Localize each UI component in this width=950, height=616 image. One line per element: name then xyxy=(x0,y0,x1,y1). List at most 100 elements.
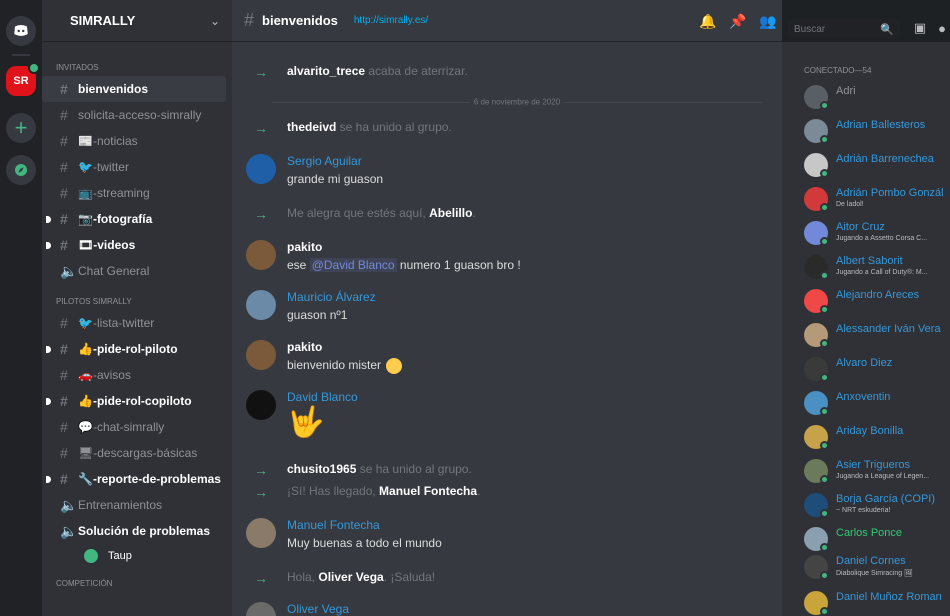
category-invitados[interactable]: INVITADOS xyxy=(42,60,232,76)
system-text: . ¡Saluda! xyxy=(383,570,436,584)
channel-videos[interactable]: # 🎞-videos xyxy=(42,232,232,258)
member-item[interactable]: Borja García (COPI) ~ NRT eskuderia! xyxy=(798,490,950,522)
avatar[interactable] xyxy=(246,518,276,548)
voice-channel-entrenamientos[interactable]: 🔈 Entrenamientos xyxy=(42,492,232,518)
date-divider: 6 de noviembre de 2020 xyxy=(272,97,762,107)
username[interactable]: Manuel Fontecha xyxy=(379,484,477,498)
system-text: se ha unido al grupo. xyxy=(336,120,452,134)
channel-lista-twitter[interactable]: # 🐦-lista-twitter xyxy=(42,310,232,336)
hash-icon: # xyxy=(244,10,255,30)
channel-streaming[interactable]: # 📺-streaming xyxy=(42,180,232,206)
category-competicion[interactable]: COMPETICIÓN xyxy=(42,576,232,592)
server-header[interactable]: SIMRALLY ⌄ xyxy=(42,0,232,42)
channel-avisos[interactable]: # 🚗-avisos xyxy=(42,362,232,388)
username[interactable]: alvarito_trece xyxy=(287,64,365,78)
message-author[interactable]: Sergio Aguilar xyxy=(287,154,362,168)
avatar[interactable] xyxy=(246,340,276,370)
username[interactable]: Oliver Vega xyxy=(318,570,383,584)
server-icon-simrally[interactable]: SR xyxy=(6,62,40,96)
add-badge-icon xyxy=(28,62,40,74)
username[interactable]: thedeivd xyxy=(287,120,336,134)
message-author[interactable]: Mauricio Álvarez xyxy=(287,290,376,304)
voice-channel-solucion-problemas[interactable]: 🔈 Solución de problemas xyxy=(42,518,232,544)
username[interactable]: chusito1965 xyxy=(287,462,356,476)
member-item[interactable]: Alessander Iván Vera xyxy=(798,320,950,352)
channel-chat-simrally[interactable]: # 💬-chat-simrally xyxy=(42,414,232,440)
member-name: Adri xyxy=(836,85,856,97)
channel-descargas-basicas[interactable]: # 🖥-descargas-básicas xyxy=(42,440,232,466)
channel-twitter[interactable]: # 🐦-twitter xyxy=(42,154,232,180)
member-item[interactable]: Adrián Pombo Gonzál De ladol! xyxy=(798,184,950,216)
system-text: . xyxy=(472,206,476,220)
member-item[interactable]: Daniel Cornes Diabolique Simracing 🖼 xyxy=(798,552,950,584)
category-pilotos[interactable]: PILOTOS SIMRALLY xyxy=(42,294,232,310)
avatar[interactable] xyxy=(246,240,276,270)
unread-indicator xyxy=(46,476,51,483)
channel-label: 🖥-descargas-básicas xyxy=(78,446,198,460)
avatar[interactable] xyxy=(246,154,276,184)
channel-pide-rol-piloto[interactable]: # 👍-pide-rol-piloto xyxy=(42,336,232,362)
member-name: Alejandro Areces xyxy=(836,289,920,301)
explore-compass-icon[interactable] xyxy=(6,155,36,185)
member-item[interactable]: Adrián Barrenechea xyxy=(798,150,950,182)
system-text: ¡Sí! Has llegado, xyxy=(287,484,380,498)
member-item[interactable]: Adri xyxy=(798,82,950,114)
member-item[interactable]: Alejandro Areces xyxy=(798,286,950,318)
message-author[interactable]: pakito xyxy=(287,240,322,254)
add-server-icon[interactable]: + xyxy=(6,113,36,143)
member-item[interactable]: Aitor Cruz Jugando a Assetto Corsa C... xyxy=(798,218,950,250)
message-author[interactable]: Oliver Vega xyxy=(287,602,349,616)
channel-topic-link[interactable]: http://simrally.es/ xyxy=(354,15,428,26)
channel-label: 📺-streaming xyxy=(78,186,150,200)
unread-indicator xyxy=(46,346,51,353)
server-icon-label: SR xyxy=(13,75,29,87)
voice-channel-chat-general[interactable]: 🔈 Chat General xyxy=(42,258,232,284)
user-mention[interactable]: @David Blanco xyxy=(309,258,397,272)
message-author[interactable]: pakito xyxy=(287,340,322,354)
message-author[interactable]: Manuel Fontecha xyxy=(287,518,380,532)
member-item[interactable]: Albert Saborit Jugando a Call of Duty®: M… xyxy=(798,252,950,284)
member-name: Alvaro Diez xyxy=(836,357,893,369)
channel-label: 📰-noticias xyxy=(78,134,138,148)
member-item[interactable]: Anxoventin xyxy=(798,388,950,420)
member-item[interactable]: Adrian Ballesteros xyxy=(798,116,950,148)
channel-solicita-acceso[interactable]: # solicita-acceso-simrally xyxy=(42,102,232,128)
message-author[interactable]: David Blanco xyxy=(287,390,358,404)
unread-indicator xyxy=(46,242,51,249)
status-online-icon xyxy=(820,101,829,110)
channel-bienvenidos[interactable]: # bienvenidos xyxy=(42,76,226,102)
pin-icon[interactable]: 📌 xyxy=(729,13,746,29)
channel-reporte-de-problemas[interactable]: # 🔧-reporte-de-problemas xyxy=(42,466,232,492)
member-activity: Diabolique Simracing 🖼 xyxy=(836,570,913,577)
member-item[interactable]: Ariday Bonilla xyxy=(798,422,950,454)
member-item[interactable]: Asier Trigueros Jugando a League of Legen… xyxy=(798,456,950,488)
search-input[interactable]: Buscar 🔍 xyxy=(788,19,900,39)
inbox-icon[interactable]: ▣ xyxy=(912,20,928,36)
channel-pide-rol-copiloto[interactable]: # 👍-pide-rol-copiloto xyxy=(42,388,232,414)
member-item[interactable]: Daniel Muñoz Roman xyxy=(798,588,950,616)
avatar[interactable] xyxy=(246,290,276,320)
system-message-text: chusito1965 se ha unido al grupo. xyxy=(287,462,472,476)
channel-noticias[interactable]: # 📰-noticias xyxy=(42,128,232,154)
members-icon[interactable]: 👥 xyxy=(759,13,776,29)
channel-fotografia[interactable]: # 📷-fotografía xyxy=(42,206,232,232)
member-name: Albert Saborit xyxy=(836,255,903,267)
help-icon[interactable]: ● xyxy=(934,20,950,36)
voice-user[interactable]: Taup xyxy=(42,544,232,568)
avatar[interactable] xyxy=(246,390,276,420)
join-arrow-icon: → xyxy=(254,570,268,586)
system-message-text: thedeivd se ha unido al grupo. xyxy=(287,120,452,134)
channel-label: 📷-fotografía xyxy=(78,212,153,226)
server-rail: SR + xyxy=(0,0,42,616)
member-name: Borja García (COPI) xyxy=(836,493,936,505)
join-arrow-icon: → xyxy=(254,462,268,478)
member-item[interactable]: Alvaro Diez xyxy=(798,354,950,386)
discord-home-icon[interactable] xyxy=(6,16,36,46)
hash-icon: # xyxy=(60,367,68,383)
avatar[interactable] xyxy=(246,602,276,616)
member-name: Asier Trigueros xyxy=(836,459,910,471)
status-online-icon xyxy=(820,441,829,450)
bell-icon[interactable]: 🔔 xyxy=(699,13,716,29)
username[interactable]: Abelillo xyxy=(429,206,472,220)
channel-label: Chat General xyxy=(78,264,150,278)
